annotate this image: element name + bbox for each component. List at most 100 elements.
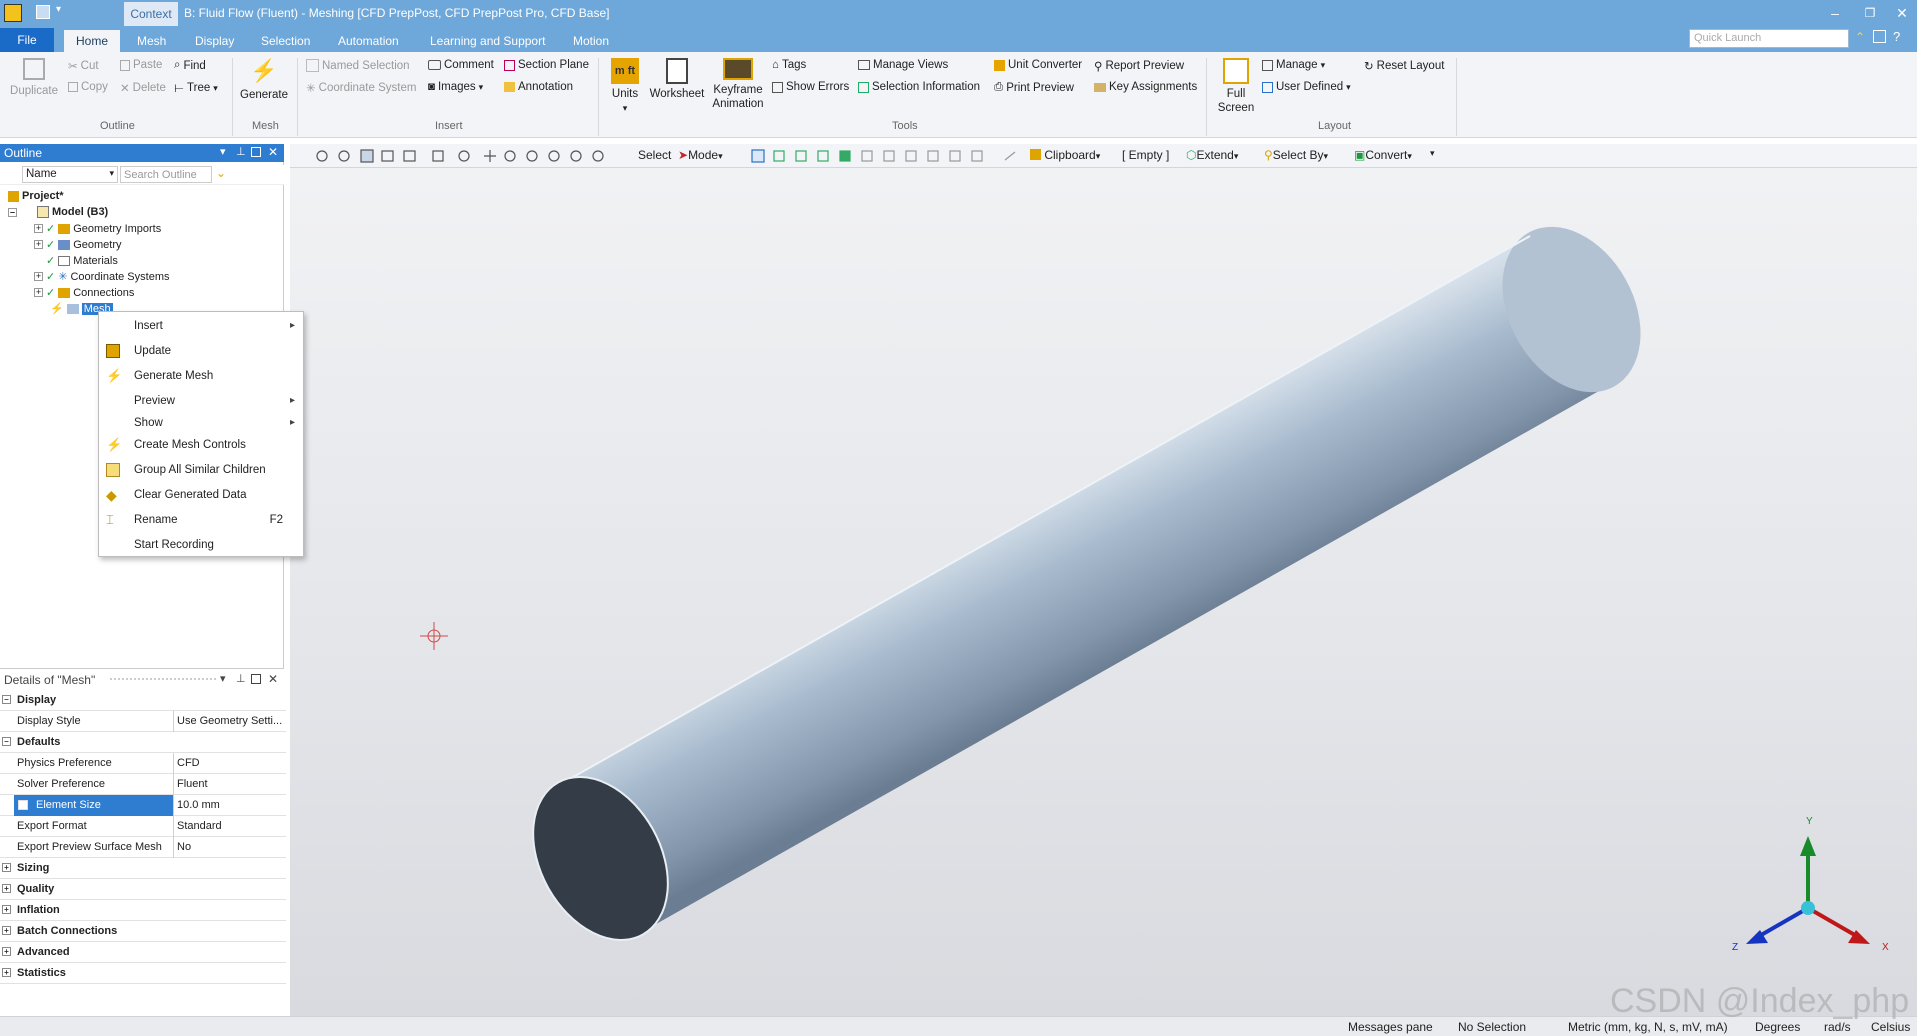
rate-unit-button[interactable]: rad/s: [1824, 1020, 1851, 1034]
reset-icon: ↻: [1364, 61, 1374, 73]
unit-system-button[interactable]: Metric (mm, kg, N, s, mV, mA): [1568, 1020, 1728, 1034]
select-button[interactable]: Select: [638, 148, 671, 162]
panel-grip: [110, 678, 216, 680]
selection-information-button[interactable]: Selection Information: [858, 81, 980, 93]
reset-layout-button[interactable]: ↻ Reset Layout: [1364, 59, 1444, 73]
convert-button[interactable]: ▣Convert▾: [1354, 148, 1412, 162]
expand-icon[interactable]: +: [2, 884, 11, 893]
expand-icon[interactable]: +: [2, 968, 11, 977]
tab-automation[interactable]: Automation: [329, 30, 408, 52]
restore-button[interactable]: ❐: [1858, 3, 1882, 23]
expand-icon[interactable]: +: [2, 905, 11, 914]
menu-item-preview[interactable]: Preview ▸: [99, 389, 303, 413]
tags-button[interactable]: ⌂ Tags: [772, 59, 806, 71]
panel-menu-icon[interactable]: ▾: [220, 672, 226, 685]
units-button[interactable]: m ft Units ▾: [604, 58, 646, 115]
details-category-inflation[interactable]: + Inflation: [0, 900, 286, 921]
axis-triad[interactable]: [1746, 836, 1870, 944]
expand-icon[interactable]: +: [2, 863, 11, 872]
menu-item-insert[interactable]: Insert ▸: [99, 314, 303, 338]
toolbar-overflow-icon[interactable]: ▾: [1430, 148, 1435, 159]
graphics-viewport[interactable]: Y Z X: [290, 168, 1917, 1018]
view-tool-icons[interactable]: [314, 148, 614, 164]
extend-button[interactable]: ⬡Extend▾: [1186, 148, 1238, 162]
coordinate-system-button[interactable]: ✳ Coordinate System: [306, 81, 416, 95]
details-grid: – Display Display Style Use Geometry Setti…: [0, 690, 286, 986]
chevron-up-icon[interactable]: ⌃: [1855, 30, 1865, 44]
tab-learning-and-support[interactable]: Learning and Support: [421, 30, 554, 52]
folder-icon: [106, 463, 120, 477]
details-row-physics-preference[interactable]: Physics Preference CFD: [0, 753, 286, 774]
temperature-unit-button[interactable]: Celsius: [1871, 1020, 1910, 1034]
menu-item-generate-mesh[interactable]: ⚡ Generate Mesh: [99, 364, 303, 388]
tab-motion[interactable]: Motion: [564, 30, 618, 52]
details-row-element-size[interactable]: Element Size 10.0 mm: [0, 795, 286, 816]
close-icon[interactable]: ✕: [268, 672, 278, 686]
maximize-icon[interactable]: [251, 674, 261, 684]
details-row-export-format[interactable]: Export Format Standard: [0, 816, 286, 837]
clipboard-button[interactable]: Clipboard▾: [1030, 148, 1100, 162]
details-category-defaults[interactable]: – Defaults: [0, 732, 286, 753]
key-assignments-button[interactable]: Key Assignments: [1094, 81, 1197, 93]
details-row-display-style[interactable]: Display Style Use Geometry Setti...: [0, 711, 286, 732]
menu-item-update[interactable]: Update: [99, 339, 303, 363]
menu-item-clear-generated-data[interactable]: ◆ Clear Generated Data: [99, 483, 303, 507]
triad-z-label: Z: [1732, 942, 1739, 953]
clipboard-icon: [1030, 149, 1041, 160]
mode-button[interactable]: ➤Mode▾: [678, 148, 723, 162]
parameter-checkbox[interactable]: [18, 800, 28, 810]
graphics-toolbar: Select ➤Mode▾ Clipboard▾ [ Empty ] ⬡Exte…: [290, 144, 1917, 168]
named-selection-button[interactable]: Named Selection: [306, 59, 410, 72]
axes-icon: ✳: [306, 83, 316, 95]
details-category-quality[interactable]: + Quality: [0, 879, 286, 900]
eraser-icon: ◆: [106, 487, 117, 503]
user-defined-button[interactable]: User Defined ▾: [1262, 81, 1351, 93]
cylinder-geometry[interactable]: [290, 168, 1917, 1018]
details-category-sizing[interactable]: + Sizing: [0, 858, 286, 879]
expand-icon[interactable]: +: [2, 926, 11, 935]
details-category-batch-connections[interactable]: + Batch Connections: [0, 921, 286, 942]
details-row-export-preview-surface-mesh[interactable]: Export Preview Surface Mesh No: [0, 837, 286, 858]
keyframe-animation-button[interactable]: Keyframe Animation: [708, 58, 768, 111]
window-icon[interactable]: [1873, 30, 1886, 43]
watermark: CSDN @Index_php: [1610, 982, 1910, 1020]
menu-item-group-all-similar-children[interactable]: Group All Similar Children: [99, 458, 303, 482]
details-category-advanced[interactable]: + Advanced: [0, 942, 286, 963]
group-label-insert: Insert: [435, 120, 463, 132]
collapse-icon[interactable]: –: [2, 695, 11, 704]
menu-item-rename[interactable]: ⌶ Rename F2: [99, 508, 303, 532]
section-plane-button[interactable]: Section Plane: [504, 59, 589, 71]
quick-launch-input[interactable]: Quick Launch: [1689, 29, 1849, 48]
messages-pane-button[interactable]: Messages pane: [1348, 1020, 1433, 1034]
details-category-statistics[interactable]: + Statistics: [0, 963, 286, 984]
expand-icon[interactable]: +: [2, 947, 11, 956]
show-errors-button[interactable]: Show Errors: [772, 81, 849, 93]
select-by-button[interactable]: ⚲Select By▾: [1264, 148, 1328, 162]
manage-button[interactable]: Manage ▾: [1262, 59, 1325, 71]
user-layout-icon: [1262, 81, 1273, 93]
report-preview-button[interactable]: ⚲ Report Preview: [1094, 59, 1184, 73]
worksheet-button[interactable]: Worksheet: [648, 58, 706, 101]
print-preview-button[interactable]: ⎙ Print Preview: [994, 81, 1074, 94]
menu-item-show[interactable]: Show ▸: [99, 411, 303, 435]
annotation-button[interactable]: Annotation: [504, 81, 573, 93]
collapse-icon[interactable]: –: [2, 737, 11, 746]
details-title: Details of "Mesh": [4, 673, 96, 687]
images-button[interactable]: ◙ Images ▾: [428, 81, 483, 93]
selection-filter-icons[interactable]: [750, 148, 1040, 164]
details-row-solver-preference[interactable]: Solver Preference Fluent: [0, 774, 286, 795]
triad-y-label: Y: [1806, 816, 1813, 827]
menu-item-start-recording[interactable]: Start Recording: [99, 533, 303, 557]
full-screen-button[interactable]: Full Screen: [1210, 58, 1262, 115]
comment-button[interactable]: Comment: [428, 59, 494, 71]
help-icon[interactable]: ?: [1893, 29, 1900, 44]
details-category-display[interactable]: – Display: [0, 690, 286, 711]
angle-unit-button[interactable]: Degrees: [1755, 1020, 1800, 1034]
close-button[interactable]: ✕: [1890, 3, 1914, 23]
menu-item-create-mesh-controls[interactable]: ⚡ Create Mesh Controls: [99, 433, 303, 457]
manage-views-button[interactable]: Manage Views: [858, 59, 948, 71]
minimize-button[interactable]: –: [1823, 3, 1847, 23]
unit-converter-button[interactable]: Unit Converter: [994, 59, 1082, 71]
unit-converter-icon: [994, 59, 1005, 71]
pin-icon[interactable]: ⊥: [236, 672, 246, 685]
